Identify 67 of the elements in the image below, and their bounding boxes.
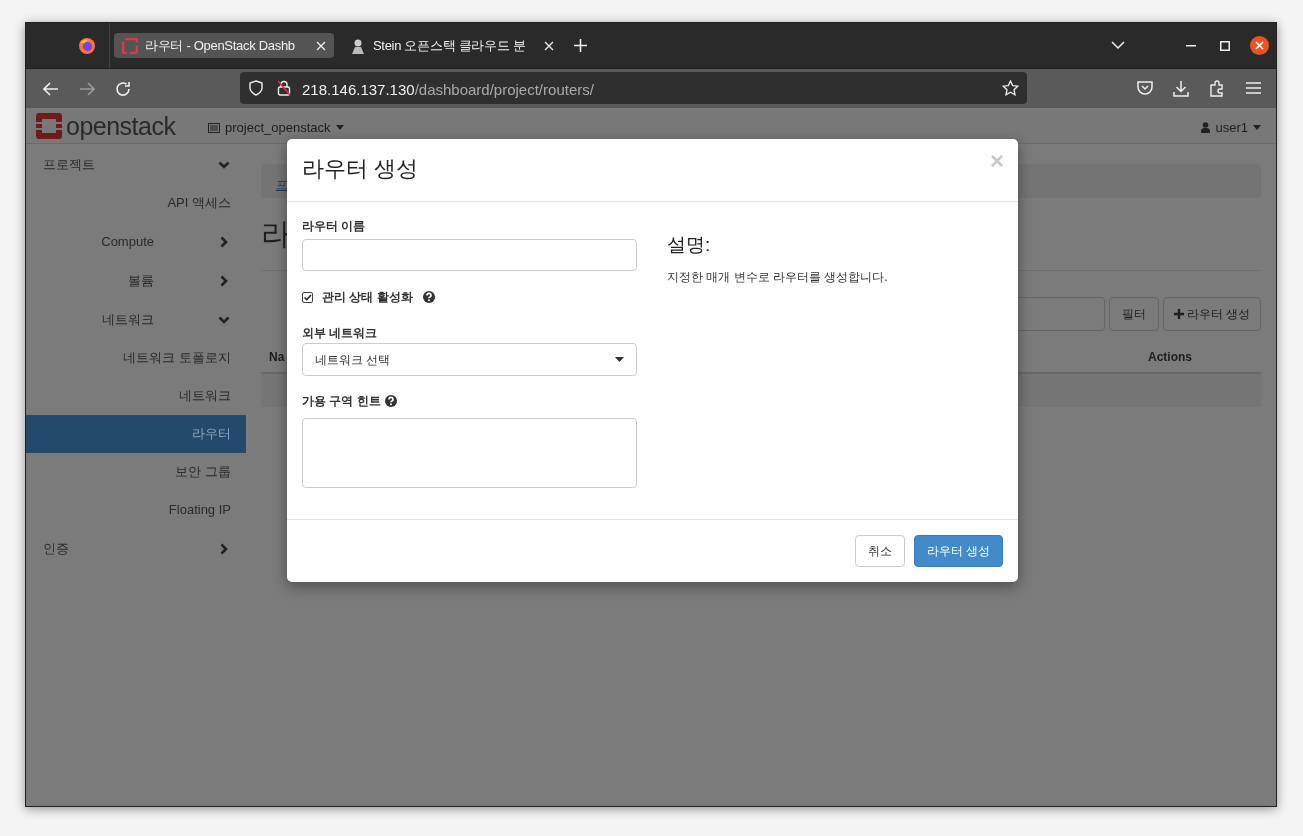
openstack-tab-icon: [122, 37, 138, 54]
maximize-icon[interactable]: [1220, 41, 1230, 51]
help-icon[interactable]: [384, 395, 397, 407]
sidebar-group[interactable]: 볼륨: [26, 261, 246, 300]
bookmark-star-icon[interactable]: [1002, 80, 1019, 96]
chevron-down-icon[interactable]: [1111, 41, 1125, 50]
sidebar-item[interactable]: API 액세스: [26, 184, 246, 222]
figure-tab-icon: [350, 37, 366, 54]
dialog-title: 라우터 생성: [302, 155, 419, 183]
firefox-logo-icon[interactable]: [78, 37, 96, 55]
help-icon[interactable]: [422, 291, 435, 303]
description-text: 지정한 매개 변수로 라우터를 생성합니다.: [667, 268, 888, 286]
column-header: Actions: [1148, 348, 1192, 366]
tab-title: Stein 오픈스택 클라우드 분: [373, 36, 526, 55]
insecure-lock-icon[interactable]: [277, 80, 291, 96]
tab-title: 라우터 - OpenStack Dashb: [145, 36, 295, 55]
sidebar-item[interactable]: Floating IP: [26, 491, 246, 529]
user-icon: [1201, 122, 1211, 134]
pocket-icon[interactable]: [1137, 81, 1153, 96]
create-router-button[interactable]: 라우터 생성: [1162, 297, 1261, 331]
field-label: 외부 네트워크: [302, 325, 379, 340]
user-menu[interactable]: user1: [1201, 118, 1261, 138]
project-selector[interactable]: project_openstack: [208, 118, 344, 138]
caret-icon: [335, 125, 344, 131]
field-label: 가용 구역 힌트: [302, 393, 381, 410]
sidebar-group[interactable]: Compute: [26, 222, 246, 261]
menu-icon[interactable]: [1246, 82, 1261, 94]
reload-icon[interactable]: [115, 81, 131, 97]
caret-icon: [1253, 125, 1261, 131]
sidebar-item[interactable]: 네트워크 토폴로지: [26, 339, 246, 377]
address-bar[interactable]: 218.146.137.130/dashboard/project/routers/: [240, 72, 1027, 104]
field-label: 라우터 이름: [302, 218, 367, 233]
close-tab-icon[interactable]: [316, 40, 326, 51]
back-icon[interactable]: [43, 82, 59, 96]
cancel-button[interactable]: 취소: [854, 535, 905, 567]
checkbox[interactable]: [302, 291, 313, 303]
logo-text: openstack: [66, 113, 176, 139]
list-icon: [208, 122, 220, 133]
openstack-logo-icon: [36, 113, 62, 139]
caret-icon: [615, 357, 624, 362]
submit-button[interactable]: 라우터 생성: [913, 535, 1003, 567]
close-icon[interactable]: [1250, 36, 1269, 55]
sidebar-item[interactable]: 보안 그룹: [26, 453, 246, 491]
shield-icon[interactable]: [249, 80, 263, 96]
plus-icon: [1173, 309, 1184, 319]
new-tab-icon[interactable]: [574, 39, 587, 52]
sidebar-section[interactable]: 인증: [26, 529, 246, 568]
page-heading: 라: [261, 217, 291, 250]
column-header: Na: [269, 348, 285, 366]
url-text: 218.146.137.130/dashboard/project/routers/: [302, 80, 594, 100]
puzzle-piece-icon[interactable]: [1209, 80, 1225, 97]
browser-tab[interactable]: 라우터 - OpenStack Dashb: [114, 33, 334, 58]
openstack-logo[interactable]: openstack: [36, 113, 176, 139]
description-heading: 설명:: [667, 233, 712, 257]
minimize-icon[interactable]: [1186, 45, 1196, 47]
sidebar-section[interactable]: 프로젝트: [26, 145, 246, 184]
browser-tab[interactable]: Stein 오픈스택 클라우드 분: [342, 33, 562, 58]
breadcrumb-link[interactable]: 프: [276, 178, 288, 192]
filter-button[interactable]: 필터: [1108, 297, 1159, 331]
sidebar-item[interactable]: 네트워크: [26, 377, 246, 415]
network-select[interactable]: 네트워크 선택: [302, 343, 637, 376]
close-tab-icon[interactable]: [544, 40, 554, 51]
sidebar-item[interactable]: 라우터: [26, 415, 246, 453]
checkbox-label[interactable]: 관리 상태 활성화: [322, 288, 413, 306]
router-name-input[interactable]: [302, 239, 637, 271]
download-icon[interactable]: [1173, 80, 1189, 97]
sidebar-group[interactable]: 네트워크: [26, 300, 246, 339]
